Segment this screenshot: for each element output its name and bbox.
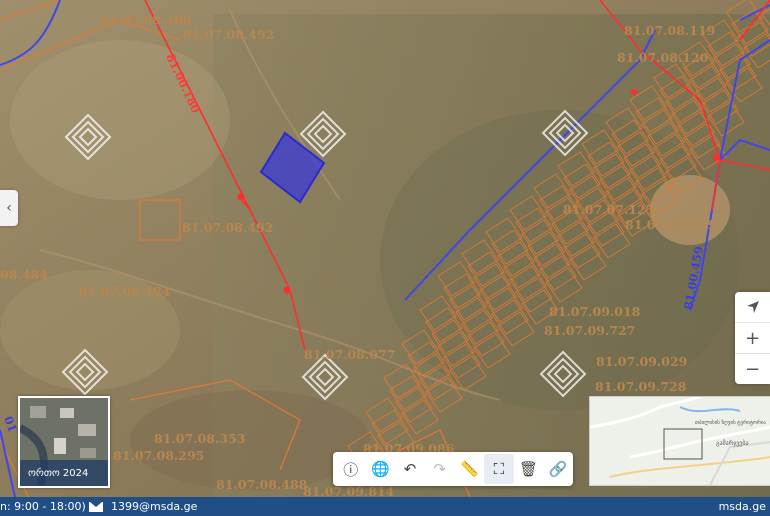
zoom-out-button[interactable]: − xyxy=(735,354,770,384)
globe-icon: 🌐 xyxy=(371,460,390,478)
overview-label: თბილისის ზღვის ტერიტორია xyxy=(695,419,766,426)
overview-map-image: თბილისის ზღვის ტერიტორია გამარჯვება xyxy=(590,397,770,485)
website-link[interactable]: msda.ge xyxy=(719,500,766,513)
ruler-icon: 📏 xyxy=(459,460,479,478)
parcel-label: 81.07.08.288 xyxy=(100,12,192,27)
working-hours: n: 9:00 - 18:00) xyxy=(0,500,86,513)
parcel-label: 81.07.08.488 xyxy=(216,477,308,492)
parcel-label: 81.07.09.728 xyxy=(595,379,687,394)
parcel-label: 08.484 xyxy=(0,267,48,282)
email-address[interactable]: 1399@msda.ge xyxy=(111,500,197,513)
share-link-button[interactable]: 🔗 xyxy=(543,454,573,484)
parcel-label: 81.07.08.295 xyxy=(113,448,204,463)
trash-icon: 🗑 xyxy=(519,460,539,478)
footer-bar: n: 9:00 - 18:00) 1399@msda.ge msda.ge xyxy=(0,497,770,516)
parcel-label: 81.07.08.120 xyxy=(617,50,709,65)
parcel-label: 81.07.08.077 xyxy=(304,347,395,362)
mail-icon xyxy=(89,501,103,512)
navigation-arrow-icon xyxy=(746,301,759,313)
chevron-left-icon: ‹ xyxy=(6,200,12,216)
email-contact[interactable]: 1399@msda.ge xyxy=(89,500,197,513)
measure-button[interactable]: 📏 xyxy=(455,454,485,484)
parcel-label: 81.07.08.492 xyxy=(183,27,274,42)
fullscreen-button[interactable]: ⛶ xyxy=(484,454,514,484)
map-toolbar: ⓘ 🌐 ↶ ↷ 📏 ⛶ 🗑 🔗 xyxy=(333,452,573,486)
locate-button[interactable] xyxy=(735,292,770,323)
parcel-label: 81.07.08.484 xyxy=(79,284,171,299)
overview-label: გამარჯვება xyxy=(716,440,749,447)
redo-button[interactable]: ↷ xyxy=(425,454,455,484)
zoom-in-button[interactable]: + xyxy=(735,323,770,354)
info-button[interactable]: ⓘ xyxy=(336,454,366,484)
overview-map[interactable]: თბილისის ზღვის ტერიტორია გამარჯვება xyxy=(589,396,770,486)
undo-icon: ↶ xyxy=(403,460,417,478)
info-icon: ⓘ xyxy=(343,460,359,479)
parcel-label: 81.07.07.119 xyxy=(625,217,716,232)
parcel-label: 81.07.08.119 xyxy=(624,23,715,38)
link-icon: 🔗 xyxy=(548,460,568,478)
parcel-label: 81.07.09.018 xyxy=(549,304,641,319)
basemap-caption: ორთო 2024 xyxy=(20,460,108,486)
parcel-label: 81.07.09.727 xyxy=(544,323,635,338)
undo-button[interactable]: ↶ xyxy=(395,454,425,484)
redo-icon: ↷ xyxy=(433,460,446,478)
parcel-label: 81.07.09.029 xyxy=(596,354,687,369)
map-controls: + − xyxy=(735,292,770,384)
delete-button[interactable]: 🗑 xyxy=(514,454,544,484)
parcel-label: 81.07.07.125 xyxy=(563,202,654,217)
parcel-label: 81.07.08.492 xyxy=(182,220,273,235)
parcel-label: 81.07.08.353 xyxy=(154,431,245,446)
globe-button[interactable]: 🌐 xyxy=(366,454,396,484)
basemap-switcher[interactable]: ორთო 2024 xyxy=(18,396,110,488)
fullscreen-icon: ⛶ xyxy=(493,460,505,478)
collapse-panel-button[interactable]: ‹ xyxy=(0,190,18,226)
